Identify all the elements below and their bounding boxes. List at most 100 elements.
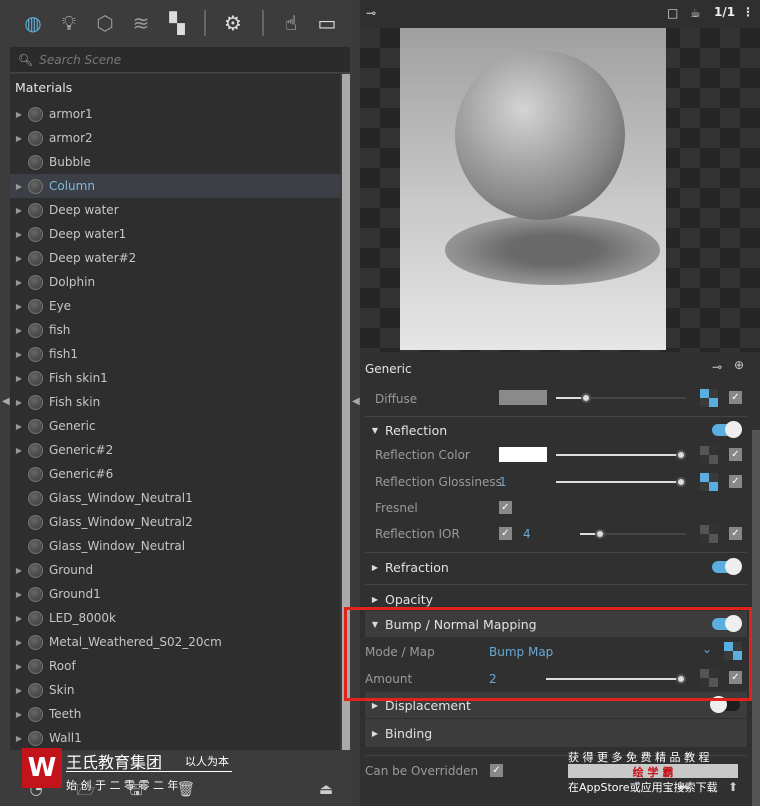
interactive-render-icon[interactable]: ☝ [278,10,304,36]
expand-arrow-icon[interactable]: ▶ [10,326,28,335]
section-title: Binding [385,725,433,741]
material-item[interactable]: ▶ fish1 [10,342,340,366]
layers-icon[interactable]: ≋ [128,10,154,36]
expand-arrow-icon[interactable]: ▶ [10,278,28,287]
expand-arrow-icon[interactable]: ▶ [10,734,28,743]
properties-scrollbar[interactable] [752,430,760,806]
expand-arrow-icon[interactable]: ▶ [10,422,28,431]
material-item[interactable]: Glass_Window_Neutral1 [10,486,340,510]
material-item[interactable]: Generic#6 [10,462,340,486]
diffuse-label: Diffuse [375,392,418,406]
material-item[interactable]: ▶ Deep water [10,198,340,222]
material-item[interactable]: ▶ LED_8000k [10,606,340,630]
expand-arrow-icon[interactable]: ▶ [10,110,28,119]
expand-arrow-icon[interactable]: ▶ [10,302,28,311]
reflection-color-checkbox[interactable]: ✓ [729,448,742,461]
expand-arrow-icon[interactable]: ▶ [10,686,28,695]
material-item[interactable]: ▶ Ground1 [10,582,340,606]
expand-arrow-icon[interactable]: ▶ [10,206,28,215]
reflection-color-swatch[interactable] [499,447,547,462]
material-item[interactable]: Bubble [10,150,340,174]
highlight-box [344,607,752,701]
expand-arrow-icon[interactable]: ▶ [10,446,28,455]
diffuse-slider[interactable] [556,393,686,403]
expand-arrow-icon[interactable]: ▶ [10,590,28,599]
refraction-section[interactable]: ▶ Refraction [365,554,747,580]
reflection-ior-slider[interactable] [580,529,686,539]
geometry-icon[interactable]: ⬡ [92,10,118,36]
material-item[interactable]: ▶ fish [10,318,340,342]
expand-arrow-icon[interactable]: ▶ [10,374,28,383]
material-item[interactable]: ▶ Column [10,174,340,198]
expand-arrow-icon[interactable]: ▶ [10,638,28,647]
reflection-ior-checkbox[interactable]: ✓ [729,527,742,540]
material-item[interactable]: ▶ Dolphin [10,270,340,294]
material-item[interactable]: ▶ armor2 [10,126,340,150]
binding-section[interactable]: ▶ Binding [365,719,747,747]
material-item[interactable]: ▶ Eye [10,294,340,318]
collapse-left-icon[interactable]: ◀ [2,396,10,407]
expand-arrow-icon[interactable]: ▶ [10,182,28,191]
material-item[interactable]: ▶ Wall1 [10,726,340,750]
pin-icon[interactable]: ⊸ [366,6,376,20]
materials-heading: Materials [15,80,73,95]
material-item[interactable]: ▶ Deep water1 [10,222,340,246]
textures-icon[interactable]: ▚ [164,10,190,36]
expand-arrow-icon[interactable]: ▶ [10,350,28,359]
material-item[interactable]: ▶ Generic#2 [10,438,340,462]
diffuse-color-swatch[interactable] [499,390,547,405]
reflection-ior-lock-checkbox[interactable]: ✓ [499,527,512,540]
expand-arrow-icon[interactable]: ▶ [10,710,28,719]
refraction-toggle[interactable] [712,558,742,575]
reflection-ior-map-icon[interactable] [700,525,718,543]
reflection-color-map-icon[interactable] [700,446,718,464]
material-item[interactable]: ▶ armor1 [10,102,340,126]
reflection-glossiness-value[interactable]: 1 [499,475,507,489]
expand-arrow-icon[interactable]: ▶ [10,614,28,623]
can-be-overridden-checkbox[interactable]: ✓ [490,764,503,777]
reflection-glossiness-map-icon[interactable] [700,473,718,491]
material-item[interactable]: ▶ Teeth [10,702,340,726]
search-input[interactable]: 🔍︎ Search Scene [10,47,350,73]
expand-arrow-icon[interactable]: ▶ [10,662,28,671]
up-arrow-icon[interactable]: ⬆ [728,780,738,794]
reflection-ior-value[interactable]: 4 [523,527,531,541]
expand-arrow-icon[interactable]: ▶ [10,134,28,143]
material-item[interactable]: ▶ Metal_Weathered_S02_20cm [10,630,340,654]
expand-arrow-icon[interactable]: ▶ [10,398,28,407]
more-menu-icon[interactable]: ⋮ [742,5,754,19]
region-render-icon[interactable]: □ [667,6,678,20]
material-item[interactable]: Glass_Window_Neutral2 [10,510,340,534]
material-item[interactable]: ▶ Fish skin1 [10,366,340,390]
expand-arrow-icon[interactable]: ▶ [10,254,28,263]
light-icon[interactable]: 💡︎ [56,10,82,36]
add-layer-icon[interactable]: ⊕ [734,358,744,372]
diffuse-map-icon[interactable] [700,389,718,407]
reflection-toggle[interactable] [712,421,742,438]
material-item[interactable]: Glass_Window_Neutral [10,534,340,558]
reflection-section[interactable]: ▼ Reflection [365,417,747,443]
pin-property-icon[interactable]: ⊸ [712,360,722,374]
material-ball-icon [28,202,43,218]
reflection-glossiness-slider[interactable] [556,477,686,487]
frame-buffer-icon[interactable]: ▭ [314,10,340,36]
material-item[interactable]: ▶ Ground [10,558,340,582]
collapse-right-icon[interactable]: ◀ [352,396,360,407]
material-item[interactable]: ▶ Roof [10,654,340,678]
teapot-icon[interactable]: ☕︎ [690,6,701,20]
fresnel-checkbox[interactable]: ✓ [499,501,512,514]
material-editor-icon[interactable]: ◍ [20,10,46,36]
expand-arrow-icon[interactable]: ▶ [10,230,28,239]
material-item[interactable]: ▶ Deep water#2 [10,246,340,270]
diffuse-checkbox[interactable]: ✓ [729,391,742,404]
preview-ratio[interactable]: 1/1 [714,5,735,19]
delete-icon[interactable]: 🗑 [176,780,196,800]
reflection-glossiness-checkbox[interactable]: ✓ [729,475,742,488]
settings-icon[interactable]: ⚙ [220,10,246,36]
material-item[interactable]: ▶ Generic [10,414,340,438]
expand-arrow-icon[interactable]: ▶ [10,566,28,575]
cleanup-icon[interactable]: ⏏ [316,780,336,800]
material-item[interactable]: ▶ Fish skin [10,390,340,414]
material-item[interactable]: ▶ Skin [10,678,340,702]
reflection-color-slider[interactable] [556,450,686,460]
